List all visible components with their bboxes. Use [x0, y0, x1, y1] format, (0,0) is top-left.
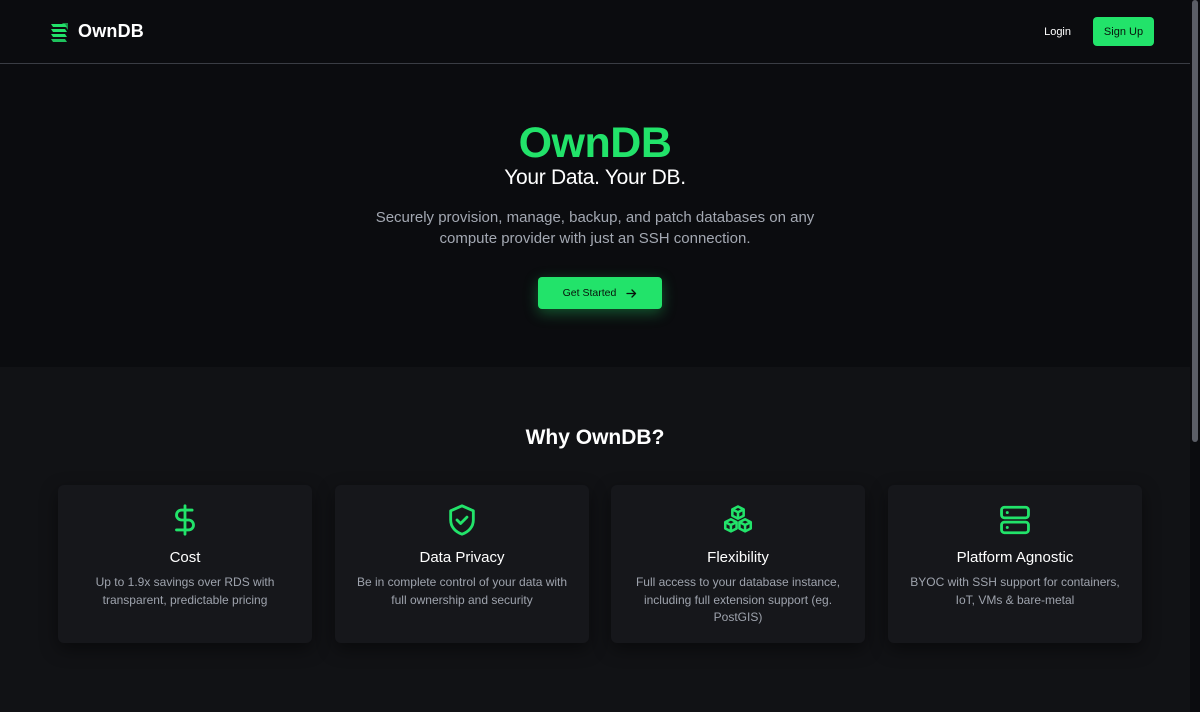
feature-card-flexibility: Flexibility Full access to your database… — [611, 485, 865, 643]
hero-section: OwnDB Your Data. Your DB. Securely provi… — [0, 65, 1190, 367]
page: OwnDB Login Sign Up OwnDB Your Data. You… — [0, 0, 1200, 712]
feature-title: Cost — [169, 549, 201, 566]
arrow-right-icon — [626, 288, 637, 299]
feature-title: Data Privacy — [419, 549, 505, 566]
server-icon — [998, 503, 1032, 537]
header-nav: Login Sign Up — [1044, 17, 1154, 46]
get-started-button[interactable]: Get Started — [538, 277, 662, 309]
feature-title: Flexibility — [707, 549, 769, 566]
feature-description: BYOC with SSH support for containers, Io… — [910, 575, 1120, 607]
hero-title: OwnDB — [518, 119, 672, 167]
dollar-icon — [168, 503, 202, 537]
cubes-icon — [721, 503, 755, 537]
page-scrollbar[interactable] — [1190, 0, 1200, 712]
feature-description: Be in complete control of your data with… — [356, 575, 568, 607]
features-heading: Why OwnDB? — [525, 426, 665, 449]
login-link[interactable]: Login — [1044, 26, 1071, 38]
hero-tagline: Your Data. Your DB. — [504, 166, 686, 189]
feature-description: Up to 1.9x savings over RDS with transpa… — [95, 575, 275, 607]
hero-description: Securely provision, manage, backup, and … — [375, 209, 815, 247]
database-stack-icon — [48, 21, 70, 43]
feature-card-platform-agnostic: Platform Agnostic BYOC with SSH support … — [888, 485, 1142, 643]
feature-title: Platform Agnostic — [956, 549, 1074, 566]
scrollbar-thumb[interactable] — [1192, 0, 1198, 442]
brand-name: OwnDB — [78, 21, 144, 41]
features-section: Why OwnDB? Cost Up to 1.9x savings over … — [0, 367, 1190, 712]
feature-card-cost: Cost Up to 1.9x savings over RDS with tr… — [58, 485, 312, 643]
signup-button[interactable]: Sign Up — [1093, 17, 1154, 46]
feature-card-data-privacy: Data Privacy Be in complete control of y… — [335, 485, 589, 643]
feature-description: Full access to your database instance, i… — [635, 575, 841, 624]
site-header: OwnDB Login Sign Up — [0, 0, 1190, 64]
get-started-label: Get Started — [562, 287, 617, 299]
shield-check-icon — [445, 503, 479, 537]
brand-logo[interactable]: OwnDB — [48, 21, 144, 43]
